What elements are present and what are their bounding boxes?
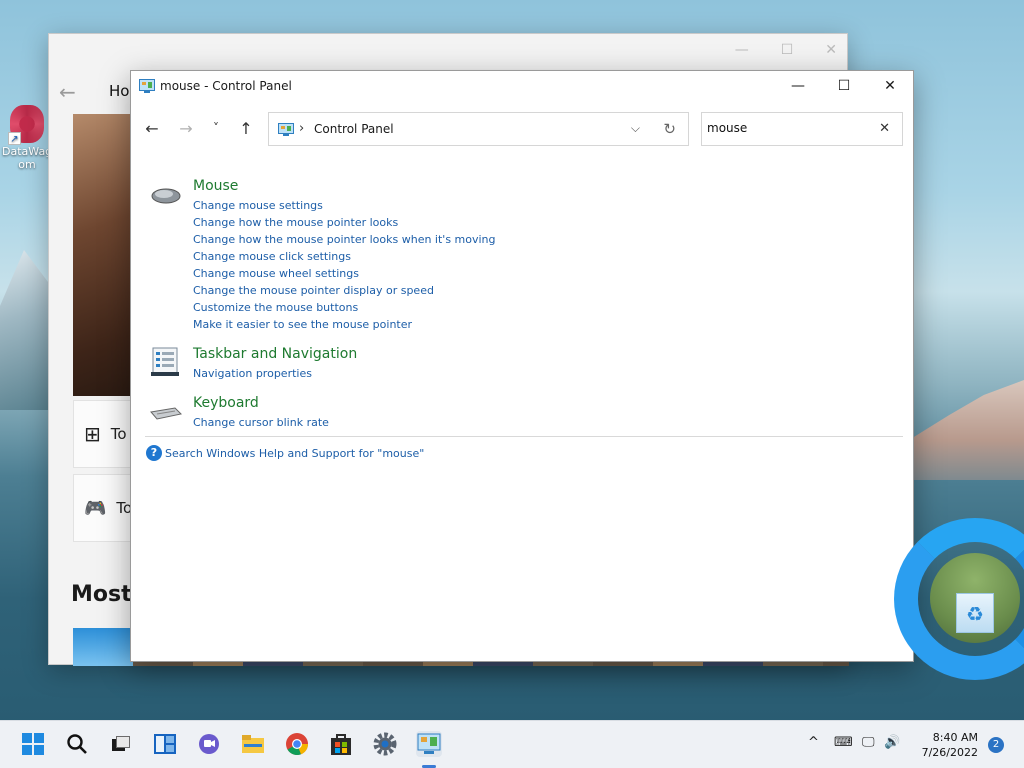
windows-logo-icon: [22, 733, 44, 755]
bg-section-heading: Most: [71, 582, 132, 607]
background-window-titlebar: — ☐ ✕: [49, 34, 847, 66]
clock-date: 7/26/2022: [921, 746, 978, 759]
link-customize-buttons[interactable]: Customize the mouse buttons: [193, 299, 913, 316]
breadcrumb-separator[interactable]: ›: [299, 121, 304, 136]
volume-icon[interactable]: 🔊: [884, 735, 900, 750]
clock-time: 8:40 AM: [932, 731, 978, 744]
bg-card-1[interactable]: ⊞ To: [73, 400, 133, 468]
link-change-wheel-settings[interactable]: Change mouse wheel settings: [193, 265, 913, 282]
refresh-icon[interactable]: ↻: [663, 120, 676, 138]
result-group-taskbar: Taskbar and Navigation Navigation proper…: [131, 343, 913, 382]
search-input[interactable]: [707, 121, 867, 135]
link-change-cursor-blink-rate[interactable]: Change cursor blink rate: [193, 414, 913, 431]
taskbar: ^ ⌨ 🖵 🔊 8:40 AM 7/26/2022 2: [0, 720, 1024, 768]
control-panel-window: mouse - Control Panel — ☐ ✕ ← → ˅ ↑ › Co…: [130, 70, 914, 662]
task-view-icon[interactable]: [108, 731, 134, 757]
minimize-button[interactable]: —: [775, 71, 821, 101]
result-title-taskbar[interactable]: Taskbar and Navigation: [193, 343, 913, 365]
mouse-icon: [151, 188, 181, 204]
recycle-bin[interactable]: ♻: [930, 553, 1020, 643]
link-navigation-properties[interactable]: Navigation properties: [193, 365, 913, 382]
control-panel-taskbar-icon[interactable]: [416, 731, 442, 757]
bg-card-grid-icon: ⊞: [84, 422, 101, 446]
desktop-wallpaper-mountain-right: [909, 380, 1024, 480]
tray-overflow-chevron-icon[interactable]: ^: [808, 735, 819, 750]
window-title: mouse - Control Panel: [160, 79, 292, 93]
shortcut-arrow-icon: ↗: [8, 132, 21, 145]
file-explorer-icon[interactable]: [240, 731, 266, 757]
desktop-shortcut-label-2: om: [18, 158, 36, 171]
clear-search-icon[interactable]: ✕: [879, 121, 890, 136]
address-dropdown-icon[interactable]: ⌵: [631, 121, 640, 136]
maximize-button[interactable]: ☐: [821, 71, 867, 101]
results-divider: [145, 436, 903, 437]
link-change-click-settings[interactable]: Change mouse click settings: [193, 248, 913, 265]
recent-locations-button[interactable]: ˅: [205, 121, 227, 135]
bg-close-icon[interactable]: ✕: [825, 42, 837, 58]
bg-card-1-label: To: [110, 425, 127, 443]
search-icon[interactable]: [64, 731, 90, 757]
start-button[interactable]: [20, 731, 46, 757]
link-easier-see-pointer[interactable]: Make it easier to see the mouse pointer: [193, 316, 913, 333]
keyboard-layout-icon[interactable]: ⌨: [834, 735, 853, 750]
clock[interactable]: 8:40 AM 7/26/2022: [922, 730, 978, 760]
up-button[interactable]: ↑: [235, 119, 257, 138]
result-group-keyboard: Keyboard Change cursor blink rate: [131, 392, 913, 431]
desktop-shortcut-datawag[interactable]: ↗ DataWag om: [2, 105, 52, 171]
search-results: Mouse Change mouse settings Change how t…: [131, 175, 913, 431]
back-button[interactable]: ←: [141, 119, 163, 138]
chat-icon[interactable]: [196, 731, 222, 757]
link-change-mouse-settings[interactable]: Change mouse settings: [193, 197, 913, 214]
system-tray: ^ ⌨ 🖵 🔊 8:40 AM 7/26/2022 2: [794, 721, 1024, 768]
result-title-mouse[interactable]: Mouse: [193, 175, 913, 197]
bg-card-gamepad-icon: 🎮: [84, 497, 107, 519]
bg-hero-image[interactable]: [73, 114, 133, 396]
link-change-pointer-looks[interactable]: Change how the mouse pointer looks: [193, 214, 913, 231]
store-icon[interactable]: [328, 731, 354, 757]
keyboard-icon: [150, 407, 183, 420]
navigation-bar: ← → ˅ ↑ › Control Panel ⌵ ↻ ✕: [131, 111, 913, 147]
bg-card-2[interactable]: 🎮 To: [73, 474, 133, 542]
taskbar-icon: [151, 347, 179, 376]
widgets-icon[interactable]: [152, 731, 178, 757]
chrome-icon[interactable]: [284, 731, 310, 757]
link-change-pointer-speed[interactable]: Change the mouse pointer display or spee…: [193, 282, 913, 299]
forward-button[interactable]: →: [175, 119, 197, 138]
help-icon: ?: [146, 445, 162, 461]
control-panel-small-icon: [278, 123, 294, 136]
link-change-pointer-moving[interactable]: Change how the mouse pointer looks when …: [193, 231, 913, 248]
bg-back-arrow-icon[interactable]: ←: [59, 80, 76, 104]
notification-badge[interactable]: 2: [988, 737, 1004, 753]
address-bar[interactable]: › Control Panel ⌵ ↻: [268, 112, 689, 146]
bg-thumbnail[interactable]: [73, 628, 133, 666]
breadcrumb-control-panel[interactable]: Control Panel: [314, 122, 394, 136]
desktop-shortcut-label-1: DataWag: [2, 145, 53, 158]
result-title-keyboard[interactable]: Keyboard: [193, 392, 913, 414]
datawag-app-icon: ↗: [8, 105, 44, 145]
bg-minimize-icon[interactable]: —: [735, 42, 749, 58]
help-search-row[interactable]: ? Search Windows Help and Support for "m…: [146, 445, 424, 461]
result-group-mouse: Mouse Change mouse settings Change how t…: [131, 175, 913, 333]
search-box[interactable]: ✕: [701, 112, 903, 146]
network-icon[interactable]: 🖵: [862, 735, 875, 750]
help-search-link[interactable]: Search Windows Help and Support for "mou…: [165, 447, 424, 460]
close-button[interactable]: ✕: [867, 71, 913, 101]
window-titlebar[interactable]: mouse - Control Panel — ☐ ✕: [131, 71, 913, 103]
settings-gear-icon[interactable]: [372, 731, 398, 757]
recycle-bin-icon: ♻: [956, 593, 994, 633]
bg-maximize-icon[interactable]: ☐: [781, 42, 794, 58]
control-panel-icon: [139, 79, 155, 93]
